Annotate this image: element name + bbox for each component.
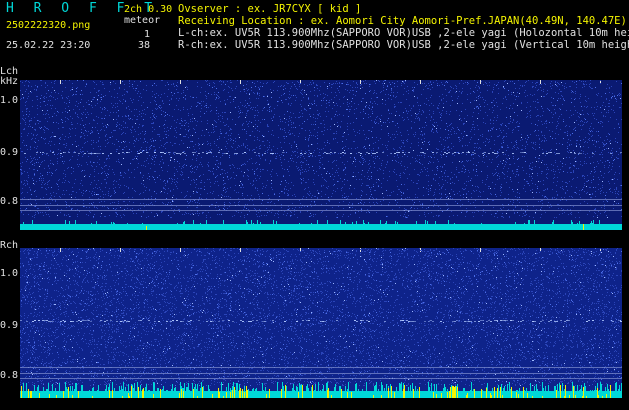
khz-unit-label: kHz [0, 76, 19, 87]
location-line: Receiving Location : ex. Aomori City Aom… [178, 15, 627, 27]
lch-info-line: L-ch:ex. UV5R 113.900Mhz(SAPPORO VOR)USB… [178, 27, 629, 39]
lch-spectrogram-canvas [20, 80, 622, 230]
lch-freq-1-0: 1.0 [0, 95, 19, 106]
rch-freq-0-8: 0.8 [0, 370, 19, 381]
mode-label: 2ch 0.30 [124, 4, 173, 15]
meteor-count-rch: 38 [137, 40, 150, 51]
rch-spectrogram [20, 248, 622, 398]
rch-info-line: R-ch:ex. UV5R 113.900Mhz(SAPPORO VOR)USB… [178, 39, 629, 51]
meteor-count-lch: 1 [143, 29, 150, 40]
observer-line: Ovserver : ex. JR7CYX [ kid ] [178, 3, 362, 15]
meteor-label: meteor [124, 15, 161, 26]
rch-spectrogram-canvas [20, 248, 622, 398]
datetime-label: 25.02.22 23:20 [6, 40, 91, 51]
rch-label: Rch [0, 240, 19, 251]
lch-spectrogram [20, 80, 622, 230]
rch-freq-1-0: 1.0 [0, 268, 19, 279]
lch-freq-0-8: 0.8 [0, 196, 19, 207]
rch-freq-0-9: 0.9 [0, 320, 19, 331]
filename-label: 2502222320.png [6, 20, 91, 31]
lch-freq-0-9: 0.9 [0, 147, 19, 158]
